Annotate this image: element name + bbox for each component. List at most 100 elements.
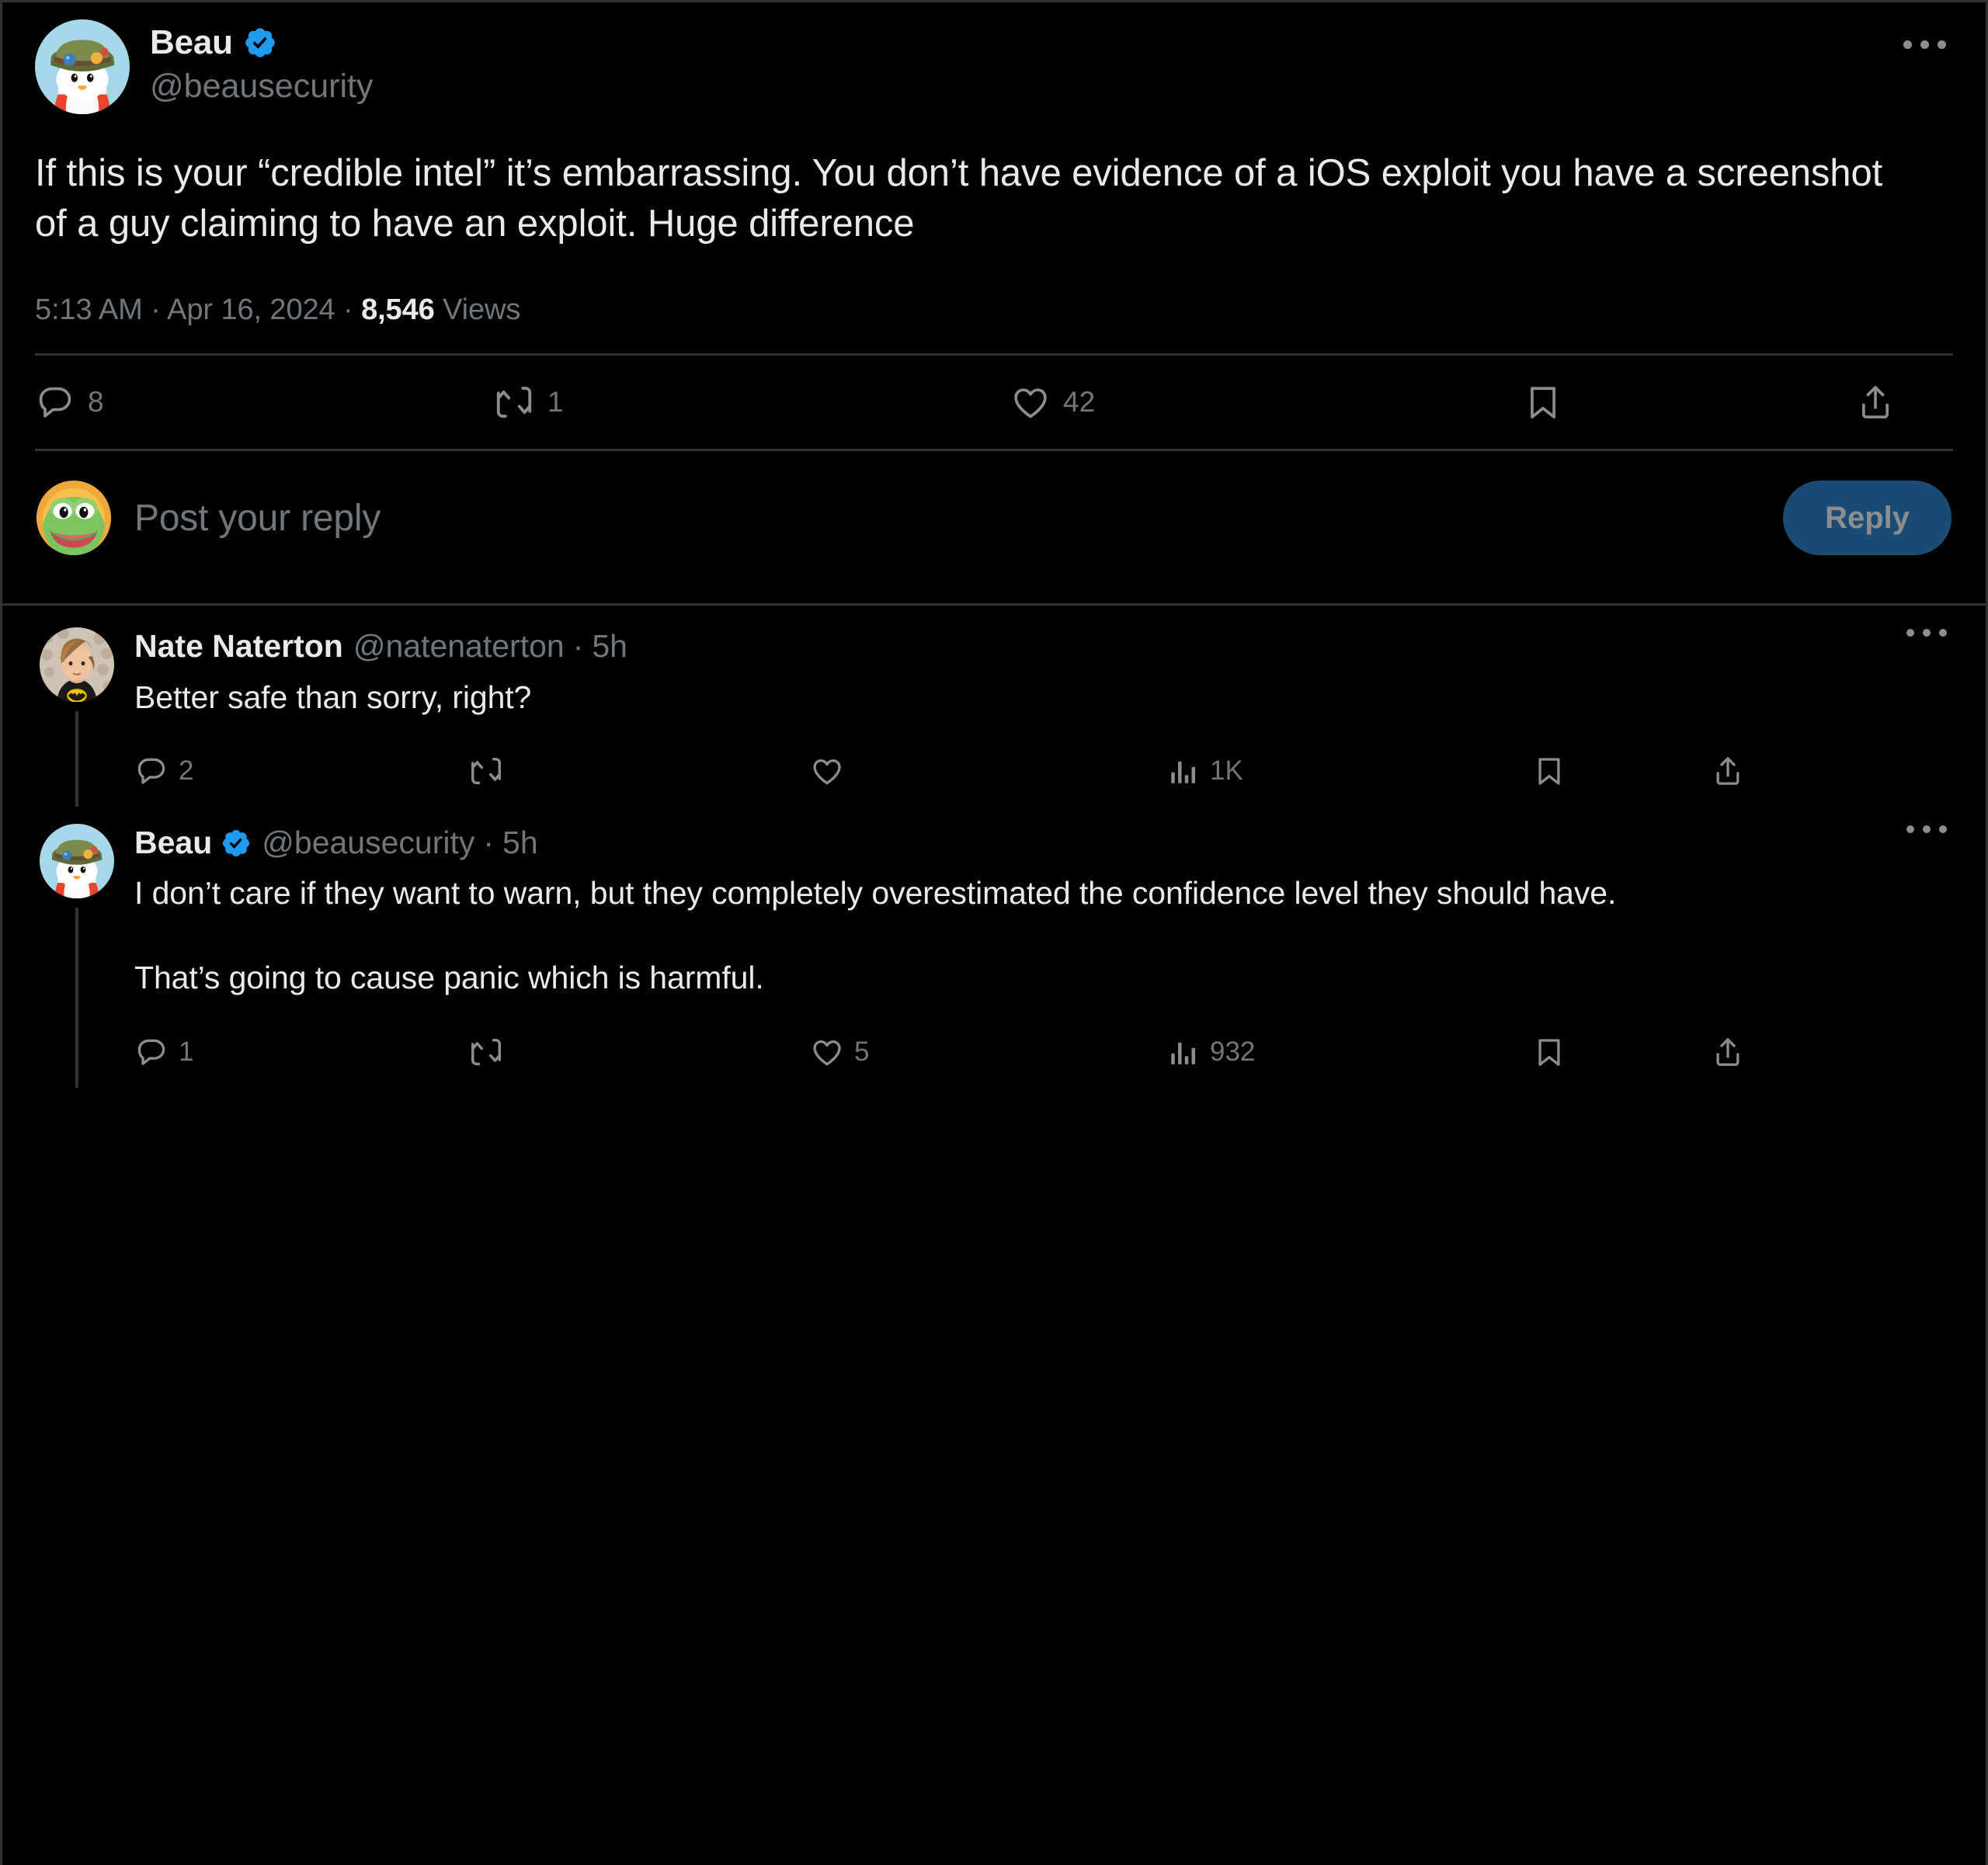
like-count: 42	[1063, 386, 1096, 418]
analytics-bar-icon	[1171, 1042, 1196, 1064]
bookmark-icon	[1538, 758, 1560, 785]
heart-icon	[813, 1040, 841, 1066]
reply-avatar-link[interactable]	[40, 824, 114, 899]
reply-timestamp[interactable]: 5h	[592, 627, 627, 665]
author-handle[interactable]: @beausecurity	[150, 65, 373, 109]
reply-icon	[137, 758, 165, 784]
reply-item: Beau @beausecurity · 5h I don’t care if …	[2, 807, 1986, 1088]
author-display-name: Beau	[150, 23, 233, 61]
author-name-row[interactable]: Beau	[150, 23, 373, 62]
thread-connector-line	[75, 908, 78, 1088]
reply-author-handle[interactable]: @natenaterton	[353, 627, 565, 665]
reply-item: Nate Naterton @natenaterton · 5h Better …	[2, 606, 1986, 807]
reply-meta-separator: ·	[572, 628, 584, 665]
reply-author-handle[interactable]: @beausecurity	[262, 824, 474, 862]
views-button[interactable]: 1K	[1167, 755, 1532, 787]
share-icon	[1861, 386, 1889, 419]
main-tweet-more-button[interactable]	[1897, 24, 1952, 64]
main-tweet: Beau @beausecurity If this is your “cred…	[2, 2, 1986, 452]
heart-icon	[813, 759, 841, 785]
main-tweet-text: If this is your “credible intel” it’s em…	[35, 152, 1883, 245]
reply-body-text: Better safe than sorry, right?	[134, 679, 532, 715]
reply-action-bar: 1 5 932	[134, 1019, 1905, 1085]
reply-content: Beau @beausecurity · 5h I don’t care if …	[134, 824, 1952, 1088]
retweet-button[interactable]	[468, 1034, 810, 1070]
bookmark-icon	[1538, 1039, 1560, 1066]
reply-author-name[interactable]: Beau	[134, 824, 212, 862]
tweet-time: 5:13 AM	[35, 293, 143, 327]
reply-count: 8	[88, 386, 104, 418]
reply-content: Nate Naterton @natenaterton · 5h Better …	[134, 627, 1952, 807]
reply-count: 1	[179, 1036, 194, 1067]
analytics-bar-icon	[1171, 761, 1196, 783]
bookmark-button[interactable]	[1532, 754, 1711, 788]
reply-more-button[interactable]	[1906, 825, 1947, 834]
reply-author-name[interactable]: Nate Naterton	[134, 627, 343, 665]
meta-separator-2: ·	[343, 293, 353, 327]
reply-action-bar: 2 1K	[134, 738, 1905, 804]
verified-badge-icon	[221, 828, 252, 859]
reply-icon	[137, 1039, 165, 1065]
share-icon	[1716, 757, 1740, 785]
views-count: 932	[1210, 1036, 1256, 1067]
reply-avatar-link[interactable]	[40, 627, 114, 703]
views-label: Views	[443, 293, 521, 327]
main-tweet-author: Beau @beausecurity	[150, 19, 373, 109]
reply-button[interactable]: 8	[35, 382, 485, 422]
more-horizontal-icon	[1906, 825, 1947, 834]
more-horizontal-icon	[1906, 629, 1947, 637]
reply-header: Nate Naterton @natenaterton · 5h	[134, 627, 1952, 665]
retweet-icon	[496, 387, 532, 418]
avatar	[40, 824, 114, 899]
views-count: 1K	[1210, 755, 1243, 787]
views-count: 8,546	[361, 293, 435, 327]
reply-icon	[39, 387, 71, 418]
verified-badge-icon	[243, 26, 277, 60]
reply-body-text: I don’t care if they want to warn, but t…	[134, 875, 1617, 996]
tweet-thread-page: Beau @beausecurity If this is your “cred…	[0, 0, 1988, 1865]
reply-submit-button[interactable]: Reply	[1783, 481, 1952, 556]
divider-below-actions	[35, 449, 1953, 452]
views-button[interactable]: 932	[1167, 1036, 1532, 1068]
reply-input[interactable]: Post your reply	[134, 497, 1783, 540]
tweet-date: Apr 16, 2024	[167, 293, 335, 327]
reply-more-button[interactable]	[1906, 629, 1947, 637]
bookmark-button[interactable]	[1487, 382, 1782, 422]
share-button[interactable]	[1782, 382, 1930, 422]
thread-connector-line	[75, 711, 78, 807]
reply-avatar-column	[40, 824, 114, 1088]
main-tweet-avatar-link[interactable]	[35, 19, 130, 114]
reply-meta-separator: ·	[483, 825, 495, 861]
like-button[interactable]	[810, 754, 1167, 788]
bookmark-icon	[1531, 387, 1555, 419]
avatar	[40, 627, 114, 703]
like-button[interactable]: 5	[810, 1035, 1167, 1069]
share-button[interactable]	[1711, 754, 1905, 788]
share-icon	[1716, 1037, 1740, 1066]
reply-timestamp[interactable]: 5h	[502, 824, 538, 862]
retweet-count: 1	[547, 386, 564, 418]
retweet-button[interactable]: 1	[485, 381, 990, 423]
reply-count: 2	[179, 755, 194, 787]
reply-avatar-column	[40, 627, 114, 807]
main-tweet-action-bar: 8 1 42	[35, 356, 1953, 449]
composer-avatar[interactable]	[36, 481, 111, 556]
reply-button[interactable]: 2	[134, 754, 468, 788]
like-count: 5	[854, 1036, 870, 1067]
bookmark-button[interactable]	[1532, 1035, 1711, 1069]
share-button[interactable]	[1711, 1035, 1905, 1069]
avatar	[35, 19, 130, 114]
more-horizontal-icon	[1903, 40, 1946, 49]
reply-button[interactable]: 1	[134, 1035, 468, 1069]
like-button[interactable]: 42	[990, 382, 1487, 422]
retweet-button[interactable]	[468, 753, 810, 789]
retweet-icon	[471, 757, 501, 785]
heart-icon	[1014, 388, 1047, 418]
retweet-icon	[471, 1038, 501, 1065]
reply-header: Beau @beausecurity · 5h	[134, 824, 1952, 862]
main-tweet-meta: 5:13 AM · Apr 16, 2024 · 8,546 Views	[35, 293, 1953, 327]
main-tweet-header: Beau @beausecurity	[35, 19, 1953, 114]
reply-composer: Post your reply Reply	[2, 451, 1986, 603]
avatar	[36, 481, 111, 556]
meta-separator-1: ·	[151, 293, 161, 327]
